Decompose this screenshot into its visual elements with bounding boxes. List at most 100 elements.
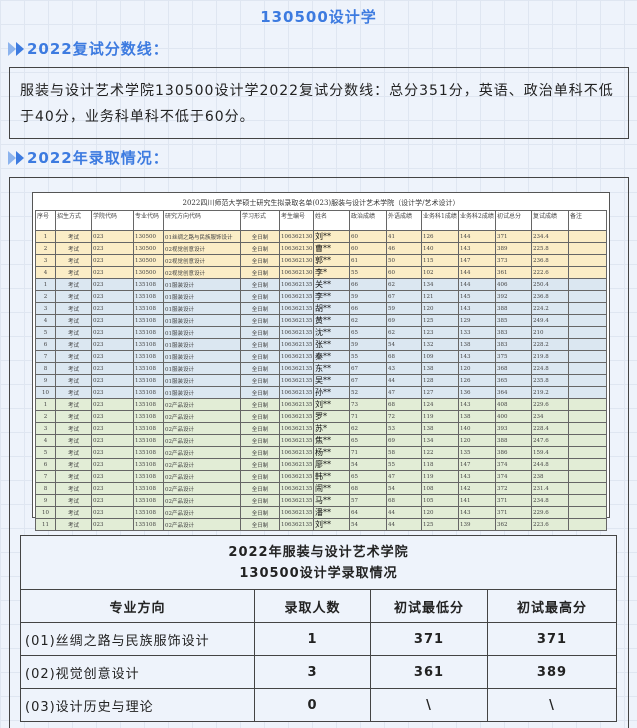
raw-cell: 全日制 — [240, 302, 280, 315]
raw-cell: 023 — [91, 398, 134, 411]
raw-cell: 10636213510… — [279, 302, 314, 315]
raw-cell: 54 — [349, 458, 387, 471]
raw-cell: 147 — [458, 254, 496, 267]
raw-cell: 65 — [349, 434, 387, 447]
min-score: 371 — [370, 622, 488, 656]
raw-col-header: 序号 — [35, 210, 56, 231]
raw-cell: 4 — [35, 266, 56, 279]
raw-cell: 135108 — [133, 482, 164, 495]
raw-cell: 考试 — [55, 458, 92, 471]
raw-cell: 102 — [421, 266, 459, 279]
raw-col-header: 学院代码 — [91, 210, 134, 231]
raw-table-row: 8考试02313510801服装设计全日制10636213510…东**6743… — [35, 362, 607, 375]
raw-table-row: 7考试02313510801服装设计全日制10636213510…秦**5568… — [35, 350, 607, 363]
raw-cell: 61 — [349, 254, 387, 267]
raw-table-row: 3考试02313050002视觉创意设计全日制10636213053…郭**61… — [35, 254, 607, 267]
raw-cell: 023 — [91, 506, 134, 519]
col-header-max: 初试最高分 — [487, 589, 617, 623]
raw-cell: 02产品设计 — [163, 422, 241, 435]
raw-cell: 02产品设计 — [163, 434, 241, 447]
raw-table-row: 10考试02313510802产品设计全日制10636213510…潘**644… — [35, 506, 607, 519]
raw-col-header: 初试总分 — [495, 210, 532, 231]
summary-row: (02)视觉创意设计 3 361 389 — [20, 655, 617, 689]
raw-cell: 122 — [421, 446, 459, 459]
raw-cell: 135108 — [133, 398, 164, 411]
raw-cell: 10636213510… — [279, 278, 314, 291]
raw-col-header: 专业代码 — [133, 210, 164, 231]
raw-cell: 考试 — [55, 434, 92, 447]
raw-cell: 223.6 — [531, 518, 569, 531]
raw-cell: 136 — [458, 386, 496, 399]
raw-cell: 曹** — [313, 242, 350, 255]
raw-cell: 考试 — [55, 254, 92, 267]
raw-cell: 02视觉创意设计 — [163, 254, 241, 267]
section-heading-text: 2022年录取情况： — [27, 149, 169, 167]
summary-title-line1: 2022年服装与设计艺术学院 — [228, 544, 409, 560]
raw-cell: 02产品设计 — [163, 518, 241, 531]
raw-cell: 10636213510… — [279, 314, 314, 327]
raw-cell: 141 — [458, 494, 496, 507]
raw-cell: 孙** — [313, 386, 350, 399]
raw-cell: 10636213510… — [279, 290, 314, 303]
raw-cell: 133 — [458, 326, 496, 339]
raw-cell: 130500 — [133, 230, 164, 243]
raw-cell: 43 — [386, 362, 422, 375]
raw-cell: 苏* — [313, 422, 350, 435]
raw-cell: 68 — [349, 482, 387, 495]
raw-cell: 考试 — [55, 410, 92, 423]
raw-cell: 392 — [495, 290, 532, 303]
raw-cell: 389 — [495, 242, 532, 255]
raw-cell: 考试 — [55, 314, 92, 327]
raw-cell: 全日制 — [240, 242, 280, 255]
raw-cell: 9 — [35, 374, 56, 387]
raw-cell: 02产品设计 — [163, 446, 241, 459]
raw-cell: 236.8 — [531, 290, 569, 303]
raw-cell: 刘** — [313, 230, 350, 243]
col-header-min: 初试最低分 — [370, 589, 488, 623]
raw-cell: 023 — [91, 518, 134, 531]
raw-cell: 考试 — [55, 470, 92, 483]
raw-cell: 143 — [458, 302, 496, 315]
count: 3 — [254, 655, 371, 689]
raw-cell: 400 — [495, 410, 532, 423]
raw-cell — [568, 446, 607, 459]
raw-cell: 55 — [349, 350, 387, 363]
raw-cell: 考试 — [55, 518, 92, 531]
raw-cell: 224.2 — [531, 302, 569, 315]
raw-cell: 109 — [421, 350, 459, 363]
raw-cell: 119 — [421, 470, 459, 483]
raw-cell: 125 — [421, 314, 459, 327]
raw-cell: 5 — [35, 326, 56, 339]
raw-cell: 3 — [35, 422, 56, 435]
count: 0 — [254, 688, 371, 722]
raw-cell: 135108 — [133, 290, 164, 303]
raw-cell — [568, 326, 607, 339]
raw-cell: 黄** — [313, 314, 350, 327]
raw-cell: 142 — [458, 482, 496, 495]
raw-cell: 120 — [421, 302, 459, 315]
raw-cell: 023 — [91, 350, 134, 363]
raw-cell: 54 — [386, 338, 422, 351]
raw-cell: 01服装设计 — [163, 326, 241, 339]
raw-cell — [568, 290, 607, 303]
raw-cell: 02产品设计 — [163, 506, 241, 519]
raw-cell: 考试 — [55, 350, 92, 363]
raw-cell: 023 — [91, 266, 134, 279]
raw-cell: 全日制 — [240, 290, 280, 303]
raw-cell: 406 — [495, 278, 532, 291]
raw-cell: 2 — [35, 290, 56, 303]
raw-cell: 130500 — [133, 242, 164, 255]
raw-cell: 考试 — [55, 494, 92, 507]
raw-cell: 234.4 — [531, 230, 569, 243]
raw-cell: 考试 — [55, 242, 92, 255]
raw-cell — [568, 506, 607, 519]
admission-list-table: 序号 招生方式 学院代码 专业代码 研究方向代码 学习形式 考生编号 姓名 政治成绩 外语成绩 业务… — [35, 210, 607, 531]
raw-cell: 全日制 — [240, 410, 280, 423]
raw-cell: 10636213510… — [279, 374, 314, 387]
raw-cell: 72 — [386, 410, 422, 423]
raw-cell: 4 — [35, 314, 56, 327]
raw-cell: 135108 — [133, 302, 164, 315]
raw-table-row: 11考试02313510802产品设计全日制10636213510…刘**544… — [35, 518, 607, 531]
raw-cell: 023 — [91, 410, 134, 423]
raw-cell: 10636213510… — [279, 422, 314, 435]
